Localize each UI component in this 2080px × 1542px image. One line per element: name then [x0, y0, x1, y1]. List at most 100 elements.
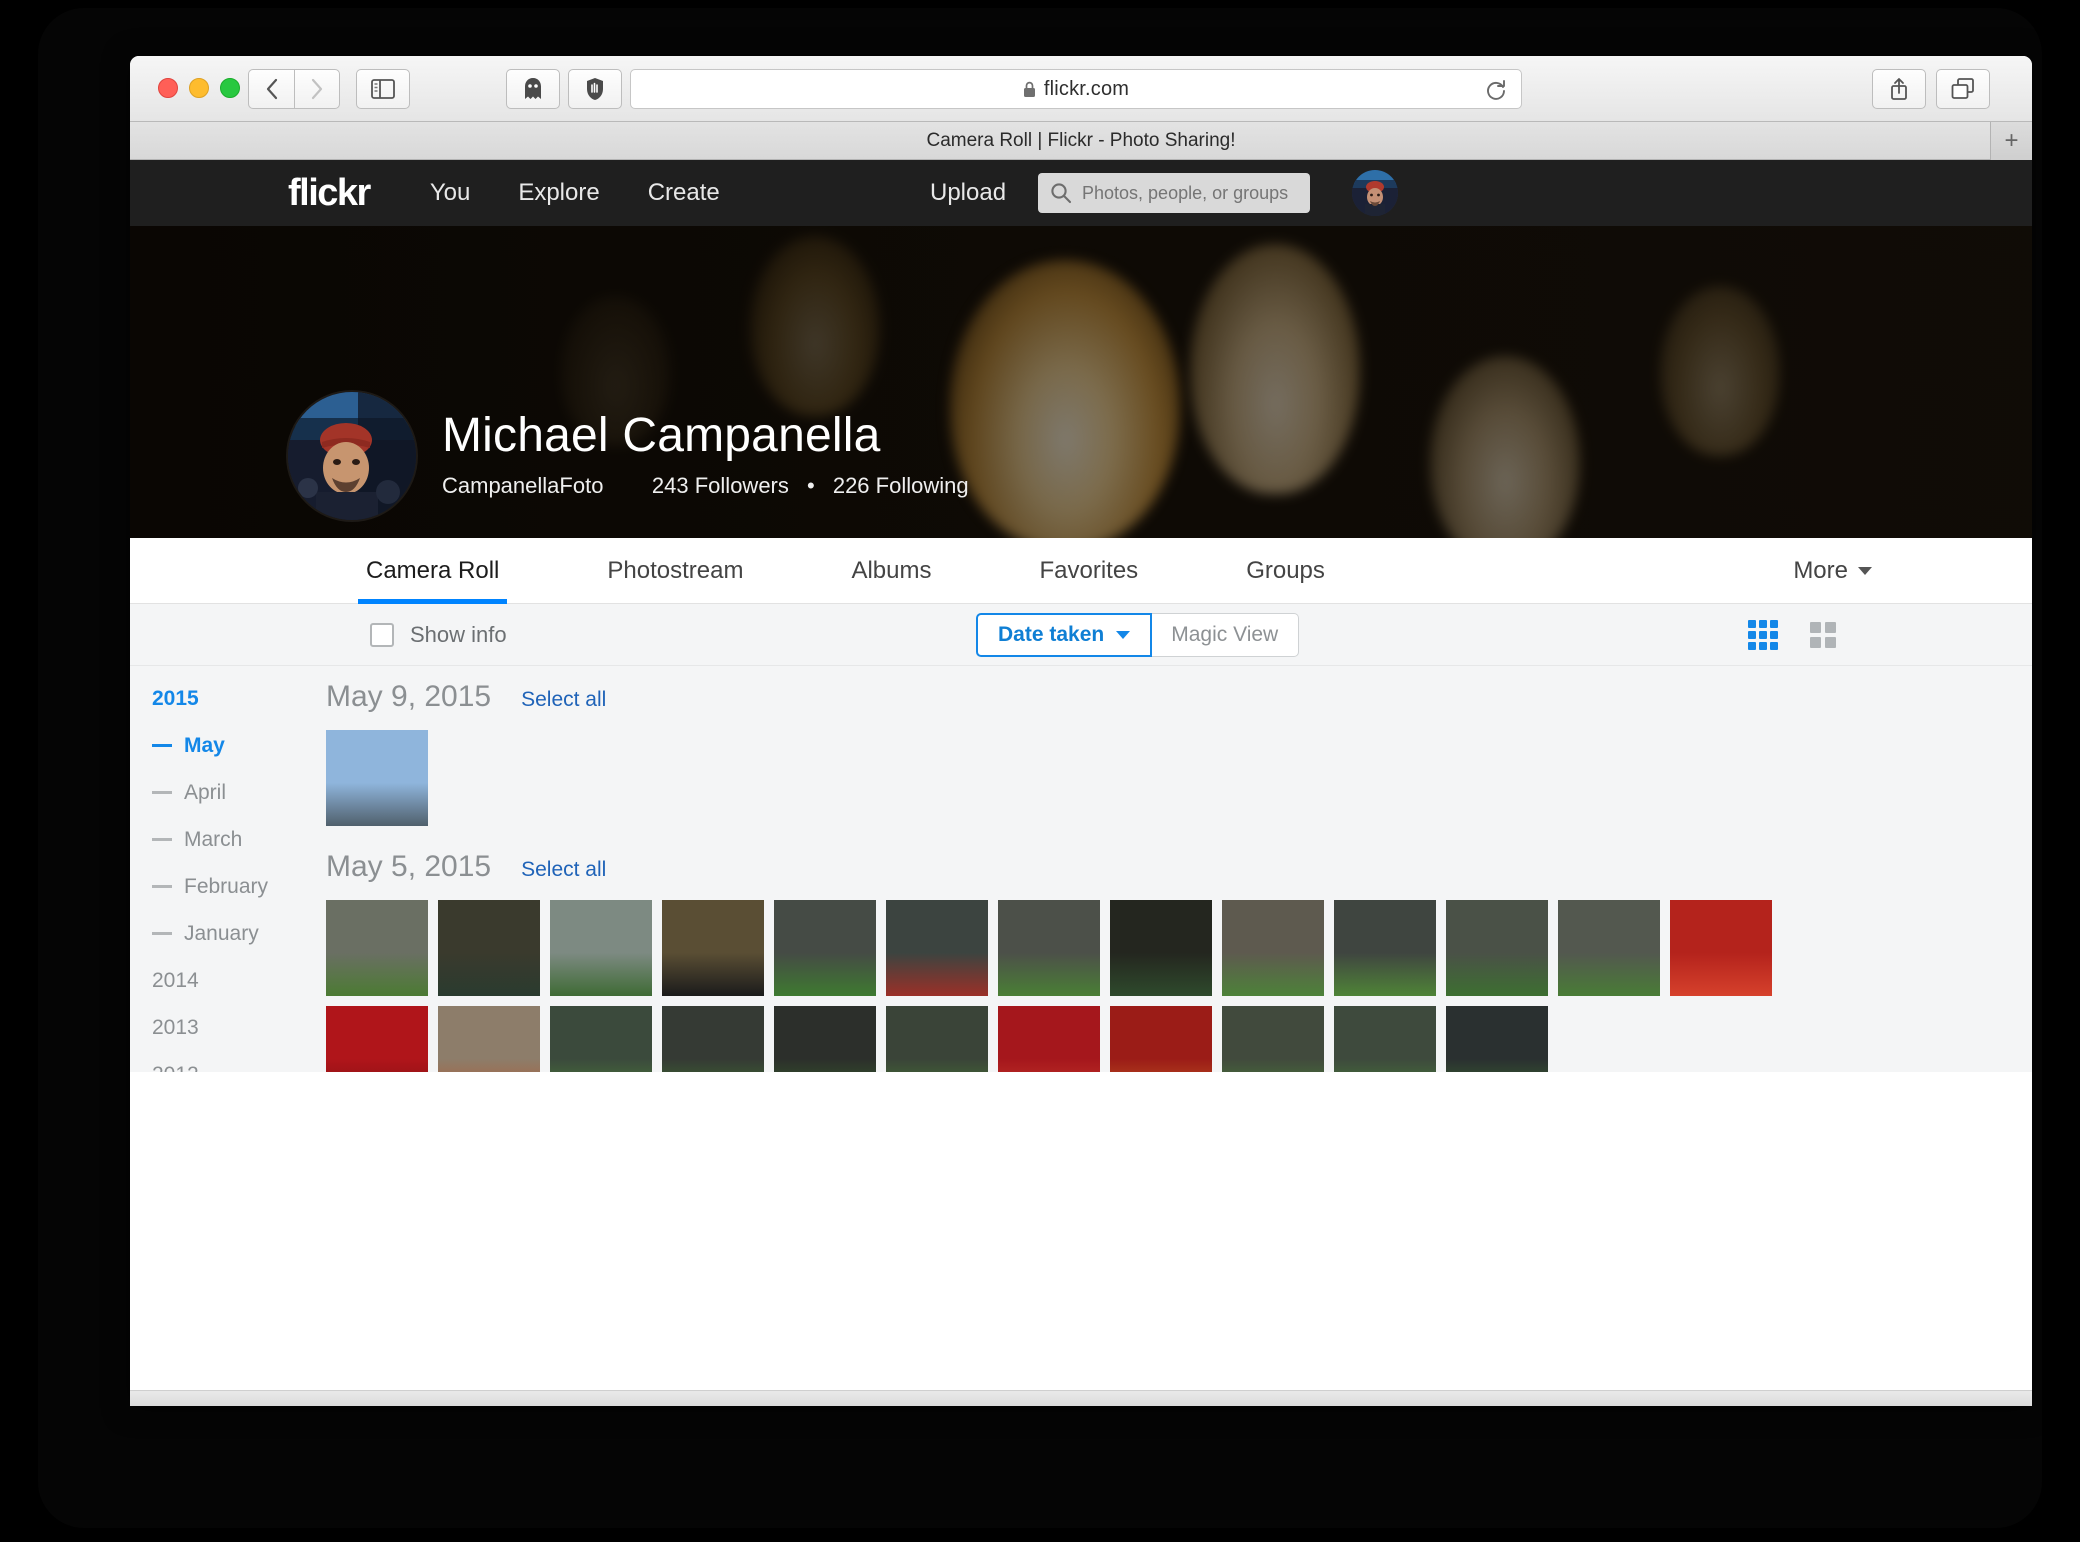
profile-meta: CampanellaFoto 243 Followers • 226 Follo… [442, 473, 969, 499]
month-dash-icon [152, 838, 172, 841]
address-bar[interactable]: flickr.com [630, 69, 1522, 109]
photo-thumbnail[interactable] [662, 900, 764, 996]
following-count[interactable]: 226 Following [833, 473, 969, 498]
timeline-month-label: April [184, 781, 227, 804]
forward-chevron-icon[interactable] [294, 69, 340, 109]
timeline-month-label: February [184, 875, 269, 898]
flickr-site-header: flickr You Explore Create Upload [130, 160, 2032, 226]
horizontal-scrollbar[interactable] [130, 1390, 2032, 1406]
share-icon[interactable] [1872, 69, 1926, 109]
photo-thumbnail[interactable] [998, 1006, 1100, 1072]
timeline-item-2015[interactable]: 2015 [152, 688, 326, 735]
photo-thumbnail[interactable] [1446, 900, 1548, 996]
day-header: May 5, 2015 Select all [326, 850, 2010, 884]
url-text: flickr.com [1043, 77, 1130, 100]
month-dash-icon [152, 744, 172, 747]
nav-avatar[interactable] [1352, 170, 1398, 216]
select-all-link[interactable]: Select all [521, 688, 606, 712]
photo-thumbnail[interactable] [1558, 900, 1660, 996]
photo-thumbnail[interactable] [438, 1006, 540, 1072]
timeline-item-2014[interactable]: 2014 [152, 970, 326, 1017]
grid-2x2-view-icon[interactable] [1810, 621, 1836, 648]
search-box[interactable] [1038, 173, 1310, 213]
timeline-item-april[interactable]: April [152, 782, 326, 829]
photo-thumbnail[interactable] [1222, 1006, 1324, 1072]
photo-thumbnail[interactable] [1670, 900, 1772, 996]
nav-item-create[interactable]: Create [648, 179, 720, 207]
photo-thumbnail[interactable] [886, 1006, 988, 1072]
photo-thumbnail[interactable] [1222, 900, 1324, 996]
flickr-logo[interactable]: flickr [288, 172, 371, 215]
upload-button[interactable]: Upload [930, 179, 1006, 207]
thumbnail-row [326, 900, 2010, 996]
timeline-item-2013[interactable]: 2013 [152, 1017, 326, 1064]
timeline-item-march[interactable]: March [152, 829, 326, 876]
select-all-link[interactable]: Select all [521, 858, 606, 882]
magic-view-button[interactable]: Magic View [1151, 612, 1300, 657]
tab-favorites[interactable]: Favorites [1031, 538, 1146, 604]
ghost-icon[interactable] [506, 69, 560, 109]
main-nav: You Explore Create [430, 179, 720, 207]
followers-count[interactable]: 243 Followers [652, 473, 789, 498]
cover-photo: Michael Campanella CampanellaFoto 243 Fo… [130, 226, 2032, 538]
tab-photostream[interactable]: Photostream [599, 538, 751, 604]
photo-thumbnail[interactable] [998, 900, 1100, 996]
close-window-button[interactable] [158, 78, 178, 98]
photo-thumbnail[interactable] [886, 900, 988, 996]
photo-thumbnail[interactable] [774, 1006, 876, 1072]
tab-groups[interactable]: Groups [1238, 538, 1333, 604]
thumbnail-row [326, 1006, 2010, 1072]
photo-thumbnail[interactable] [662, 1006, 764, 1072]
browser-window: flickr.com Camera Roll | Flickr - Photo … [130, 56, 2032, 1406]
photo-thumbnail[interactable] [326, 1006, 428, 1072]
timeline-item-2012[interactable]: 2012 [152, 1064, 326, 1072]
reload-icon[interactable] [1485, 79, 1507, 101]
nav-item-explore[interactable]: Explore [518, 179, 599, 207]
active-tab-title[interactable]: Camera Roll | Flickr - Photo Sharing! [926, 130, 1235, 152]
back-chevron-icon[interactable] [248, 69, 294, 109]
sidebar-toggle-icon[interactable] [356, 69, 410, 109]
browser-toolbar: flickr.com [130, 56, 2032, 122]
timeline-item-february[interactable]: February [152, 876, 326, 923]
camera-roll-controls: Show info Date taken Magic View [130, 604, 2032, 666]
chevron-down-icon [1858, 566, 1872, 575]
maximize-window-button[interactable] [220, 78, 240, 98]
thumbnail-row [326, 730, 2010, 826]
photo-thumbnail[interactable] [326, 900, 428, 996]
month-dash-icon [152, 885, 172, 888]
show-info-toggle[interactable]: Show info [370, 622, 507, 648]
timeline-item-january[interactable]: January [152, 923, 326, 970]
show-info-checkbox[interactable] [370, 622, 394, 647]
day-header: May 9, 2015 Select all [326, 680, 2010, 714]
nav-item-you[interactable]: You [430, 179, 471, 207]
tab-camera-roll[interactable]: Camera Roll [358, 538, 508, 604]
photo-thumbnail[interactable] [1334, 1006, 1436, 1072]
minimize-window-button[interactable] [189, 78, 209, 98]
photo-thumbnail[interactable] [1110, 900, 1212, 996]
photo-grid: May 9, 2015 Select all May 5, 2015 Selec… [326, 666, 2032, 1072]
photo-thumbnail[interactable] [550, 1006, 652, 1072]
photo-thumbnail[interactable] [550, 900, 652, 996]
profile-avatar[interactable] [288, 392, 416, 520]
new-tab-button[interactable]: + [1990, 122, 2032, 160]
day-date: May 9, 2015 [326, 680, 492, 713]
meta-separator-2: • [807, 472, 815, 498]
photo-thumbnail[interactable] [1446, 1006, 1548, 1072]
photo-thumbnail[interactable] [1334, 900, 1436, 996]
more-tabs-button[interactable]: More [1793, 557, 1872, 585]
grid-3x3-view-icon[interactable] [1748, 619, 1778, 650]
photo-thumbnail[interactable] [438, 900, 540, 996]
photo-thumbnail[interactable] [326, 730, 428, 826]
timeline-item-may[interactable]: May [152, 735, 326, 782]
photo-thumbnail[interactable] [774, 900, 876, 996]
tab-albums[interactable]: Albums [843, 538, 939, 604]
profile-username[interactable]: CampanellaFoto [442, 473, 603, 498]
block-hand-icon[interactable] [568, 69, 622, 109]
photo-thumbnail[interactable] [1110, 1006, 1212, 1072]
search-input[interactable] [1082, 182, 1298, 204]
device-frame: flickr.com Camera Roll | Flickr - Photo … [38, 8, 2042, 1528]
meta-separator-1 [622, 473, 634, 498]
tabs-overview-icon[interactable] [1936, 69, 1990, 109]
date-taken-button[interactable]: Date taken [976, 612, 1153, 657]
day-date: May 5, 2015 [326, 850, 492, 883]
